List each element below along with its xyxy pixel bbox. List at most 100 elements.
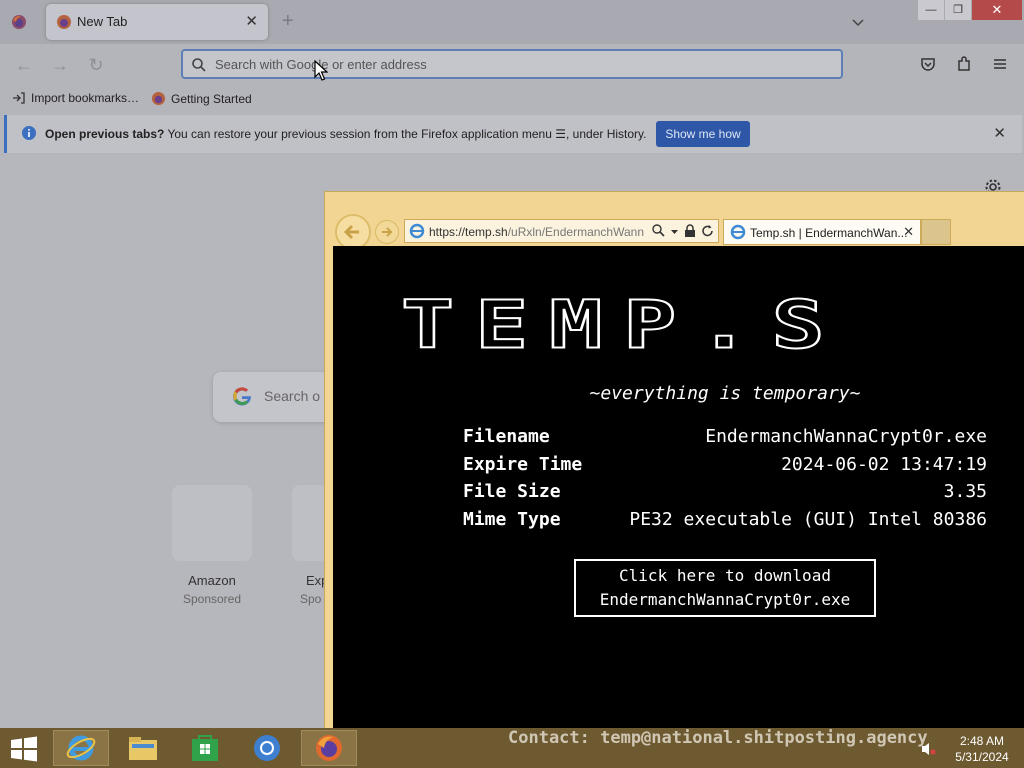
ie-url: https://temp.sh/uRxln/EndermanchWann [429,225,644,239]
ie-address-bar[interactable]: https://temp.sh/uRxln/EndermanchWann [404,219,719,243]
restore-button[interactable]: ❐ [945,0,971,20]
show-me-how-button[interactable]: Show me how [656,121,750,147]
taskbar-firefox[interactable] [301,730,357,766]
tab-title: New Tab [77,14,128,29]
file-explorer-icon [129,737,157,760]
import-icon [13,92,25,104]
shortcut-tile[interactable]: Exp Spo [292,485,326,606]
bookmark-label: Import bookmarks… [31,91,140,105]
svg-text:TEMP.S: TEMP.S [401,288,846,354]
store-icon [192,735,218,761]
chevron-down-icon[interactable] [850,14,866,30]
infobar-text: You can restore your previous session fr… [164,127,552,141]
firefox-icon [57,15,71,29]
firefox-icon[interactable] [11,14,27,30]
hamburger-menu-icon: ☰ [555,127,567,141]
ie-tab-title: Temp.sh | EndermanchWan... [750,226,908,240]
restore-session-infobar: Open previous tabs? You can restore your… [4,115,1022,153]
info-value: PE32 executable (GUI) Intel 80386 [629,508,987,530]
taskbar-internet-explorer[interactable] [53,730,109,766]
nav-bar: ← → ↻ [0,44,1024,86]
clock-time: 2:48 AM [959,734,1005,748]
tile-thumbnail [292,485,326,561]
search-icon [192,58,206,72]
bookmark-label: Getting Started [171,91,252,106]
ie-url-path: /uRxln/EndermanchWann [507,225,644,239]
reload-icon[interactable]: ↻ [85,54,107,76]
tile-sponsored-label: Spo [300,592,322,606]
taskbar: Contact: temp@national.shitposting.agenc… [0,728,1024,768]
shortcut-tile[interactable]: Amazon Sponsored [172,485,252,606]
back-arrow-icon[interactable] [335,214,371,250]
bookmark-getting-started[interactable]: Getting Started [151,91,252,106]
minimize-button[interactable]: — [918,0,944,20]
speaker-muted-icon[interactable] [921,741,937,757]
info-key: Filename [463,426,550,447]
infobar-bold: Open previous tabs? [45,127,165,141]
taskbar-store[interactable] [177,730,233,766]
info-icon [22,126,36,140]
temp-sh-page: TEMP.S ~everything is temporary~ Filenam… [333,246,1024,729]
search-input[interactable] [215,54,815,74]
firefox-icon [151,91,166,106]
google-icon [233,387,252,406]
search-icon[interactable] [652,224,665,238]
close-icon[interactable]: ✕ [993,124,1006,142]
back-arrow-icon[interactable]: ← [13,54,35,76]
infobar-text-after: , under History. [566,127,647,141]
info-value: 3.35 [943,481,987,502]
info-key: File Size [463,481,561,502]
system-clock[interactable]: 2:48 AM 5/31/2024 [947,733,1017,765]
file-info-row: Expire Time 2024-06-02 13:47:19 [463,454,987,482]
forward-arrow-icon[interactable] [375,220,399,244]
close-icon[interactable]: ✕ [903,224,914,240]
close-tab-icon[interactable]: ✕ [245,12,258,30]
ie-url-host: https://temp.sh [429,225,508,239]
temp-sh-logo: TEMP.S [401,288,846,354]
refresh-icon[interactable] [701,224,714,238]
info-value: 2024-06-02 13:47:19 [781,453,987,475]
download-label-line2: EndermanchWannaCrypt0r.exe [599,590,851,609]
chevron-down-icon[interactable] [670,224,679,238]
info-key: Expire Time [463,453,583,475]
infobar-message: Open previous tabs? You can restore your… [45,127,647,141]
ie-icon [730,224,746,240]
tile-name: Exp [306,573,326,588]
ie-icon [409,223,425,239]
address-bar[interactable] [181,49,843,79]
clock-date: 5/31/2024 [955,750,1009,764]
ie-tab[interactable]: Temp.sh | EndermanchWan... ✕ [723,219,921,245]
download-label-line1: Click here to download [619,566,831,585]
tile-name: Amazon [188,573,236,588]
menu-icon[interactable] [991,55,1009,73]
close-window-button[interactable]: ✕ [972,0,1022,20]
ie-new-tab-button[interactable] [921,219,951,245]
download-button[interactable]: Click here to download EndermanchWannaCr… [574,559,876,617]
tab-new-tab[interactable]: New Tab ✕ [46,4,268,40]
firefox-icon [316,735,342,761]
taskbar-chrome[interactable] [239,730,295,766]
mouse-cursor-icon [314,60,328,81]
pocket-icon[interactable] [919,55,937,73]
extensions-icon[interactable] [955,55,973,73]
bookmark-import[interactable]: Import bookmarks… [12,91,139,105]
tagline: ~everything is temporary~ [589,383,861,404]
chrome-icon [254,735,280,761]
new-tab-button[interactable]: + [282,10,294,32]
file-info-row: Filename EndermanchWannaCrypt0r.exe [463,426,987,454]
google-search-placeholder: Search o [264,388,321,404]
ie-address-tools [652,224,714,238]
lock-icon[interactable] [684,224,696,238]
info-key: Mime Type [463,508,561,530]
ie-window: https://temp.sh/uRxln/EndermanchWann Tem… [324,191,1024,729]
forward-arrow-icon[interactable]: → [49,54,71,76]
windows-start-icon[interactable] [8,736,40,762]
window-controls: — ❐ ✕ [918,0,1024,20]
internet-explorer-icon [66,735,96,761]
taskbar-file-explorer[interactable] [115,730,171,766]
info-value: EndermanchWannaCrypt0r.exe [705,426,987,447]
file-info-row: File Size 3.35 [463,481,987,509]
tab-strip: New Tab ✕ + — ❐ ✕ [0,0,1024,44]
bookmarks-toolbar: Import bookmarks… Getting Started [0,86,1024,112]
file-info-row: Mime Type PE32 executable (GUI) Intel 80… [463,509,987,537]
